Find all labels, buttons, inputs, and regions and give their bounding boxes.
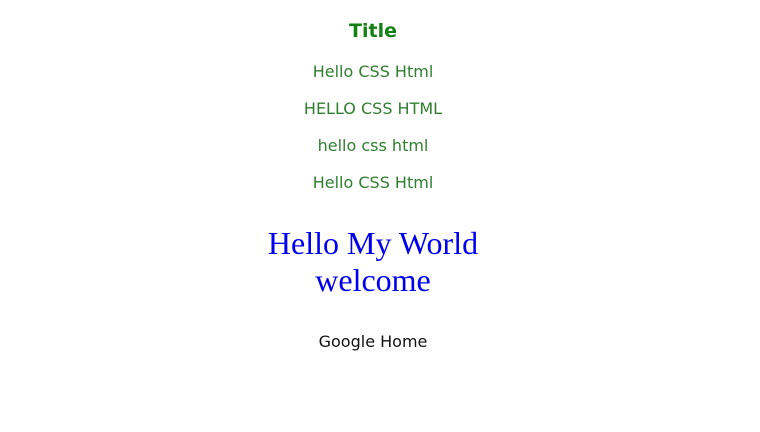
text-line-capitalized: Hello CSS Html — [312, 62, 434, 81]
heading-line-2: welcome — [315, 262, 431, 298]
text-line-capitalized-2: Hello CSS Html — [312, 173, 434, 192]
text-line-uppercase: HELLO CSS HTML — [303, 99, 443, 118]
heading-line-1: Hello My World — [267, 225, 479, 261]
page-title: Title — [349, 20, 397, 42]
text-line-lowercase: hello css html — [317, 136, 429, 155]
google-home-link[interactable]: Google Home — [0, 331, 746, 353]
